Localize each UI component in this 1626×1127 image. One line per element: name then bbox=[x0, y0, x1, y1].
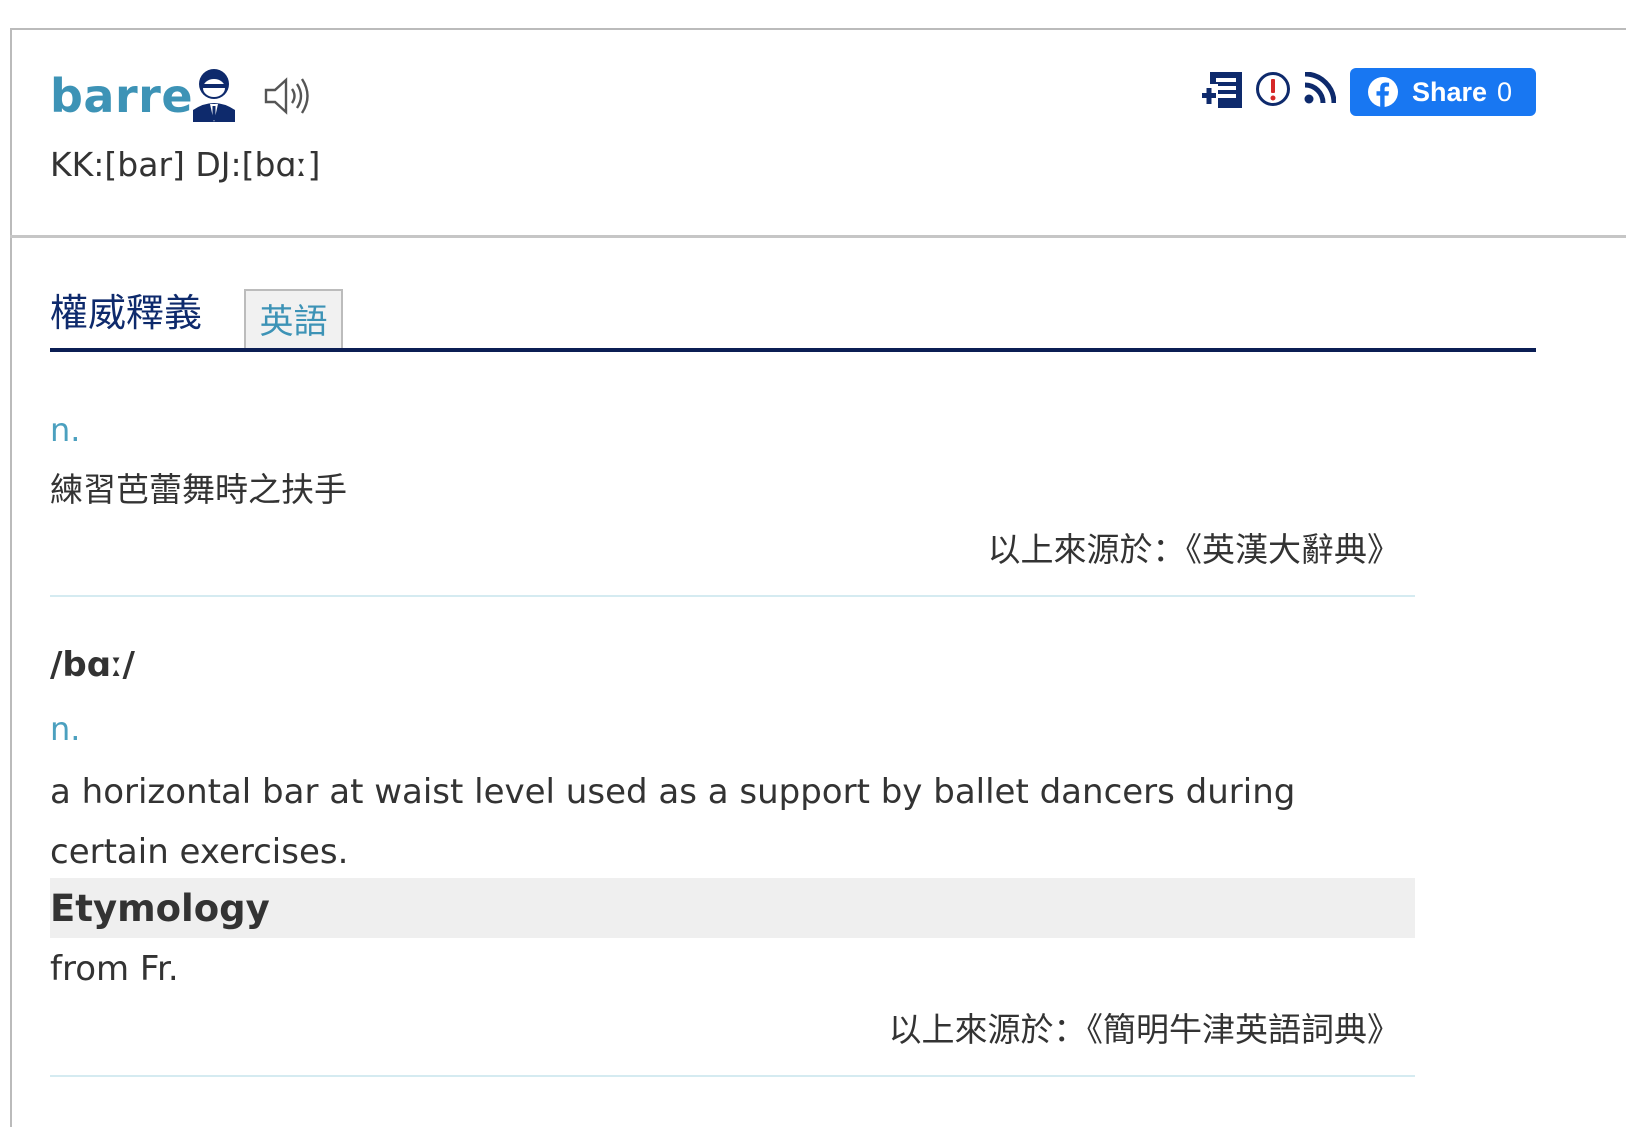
speaker-icon[interactable] bbox=[264, 76, 314, 116]
report-icon[interactable] bbox=[1255, 71, 1291, 107]
add-to-wordbook-icon[interactable] bbox=[1200, 70, 1244, 110]
rss-icon[interactable] bbox=[1304, 72, 1336, 104]
headword: barre bbox=[50, 69, 194, 123]
part-of-speech: n. bbox=[50, 411, 81, 449]
facebook-share-button[interactable]: Share 0 bbox=[1350, 68, 1536, 116]
definition-chinese: 練習芭蕾舞時之扶手 bbox=[50, 470, 347, 509]
section-divider bbox=[50, 595, 1415, 597]
tab-underline bbox=[50, 348, 1536, 352]
tab-english[interactable]: 英語 bbox=[244, 289, 343, 350]
share-label: Share bbox=[1412, 76, 1488, 107]
definition-english: a horizontal bar at waist level used as … bbox=[50, 772, 1296, 872]
etymology-heading-bar: Etymology bbox=[50, 878, 1415, 938]
source-attribution: 以上來源於：《英漢大辭典》 bbox=[987, 530, 1401, 569]
pronunciation: /bɑː/ bbox=[50, 645, 135, 685]
facebook-icon bbox=[1368, 77, 1398, 107]
person-icon[interactable] bbox=[190, 66, 238, 122]
source-attribution: 以上來源於：《簡明牛津英語詞典》 bbox=[888, 1010, 1401, 1049]
section-divider bbox=[50, 1075, 1415, 1077]
part-of-speech: n. bbox=[50, 710, 81, 748]
tab-authoritative-definitions[interactable]: 權威釋義 bbox=[50, 288, 202, 338]
share-count: 0 bbox=[1497, 76, 1513, 107]
phonetic-transcription: KK:[bar] DJ:[bɑː] bbox=[50, 145, 321, 184]
entry-header bbox=[10, 28, 1626, 238]
etymology-heading: Etymology bbox=[50, 887, 270, 930]
etymology-text: from Fr. bbox=[50, 949, 179, 989]
